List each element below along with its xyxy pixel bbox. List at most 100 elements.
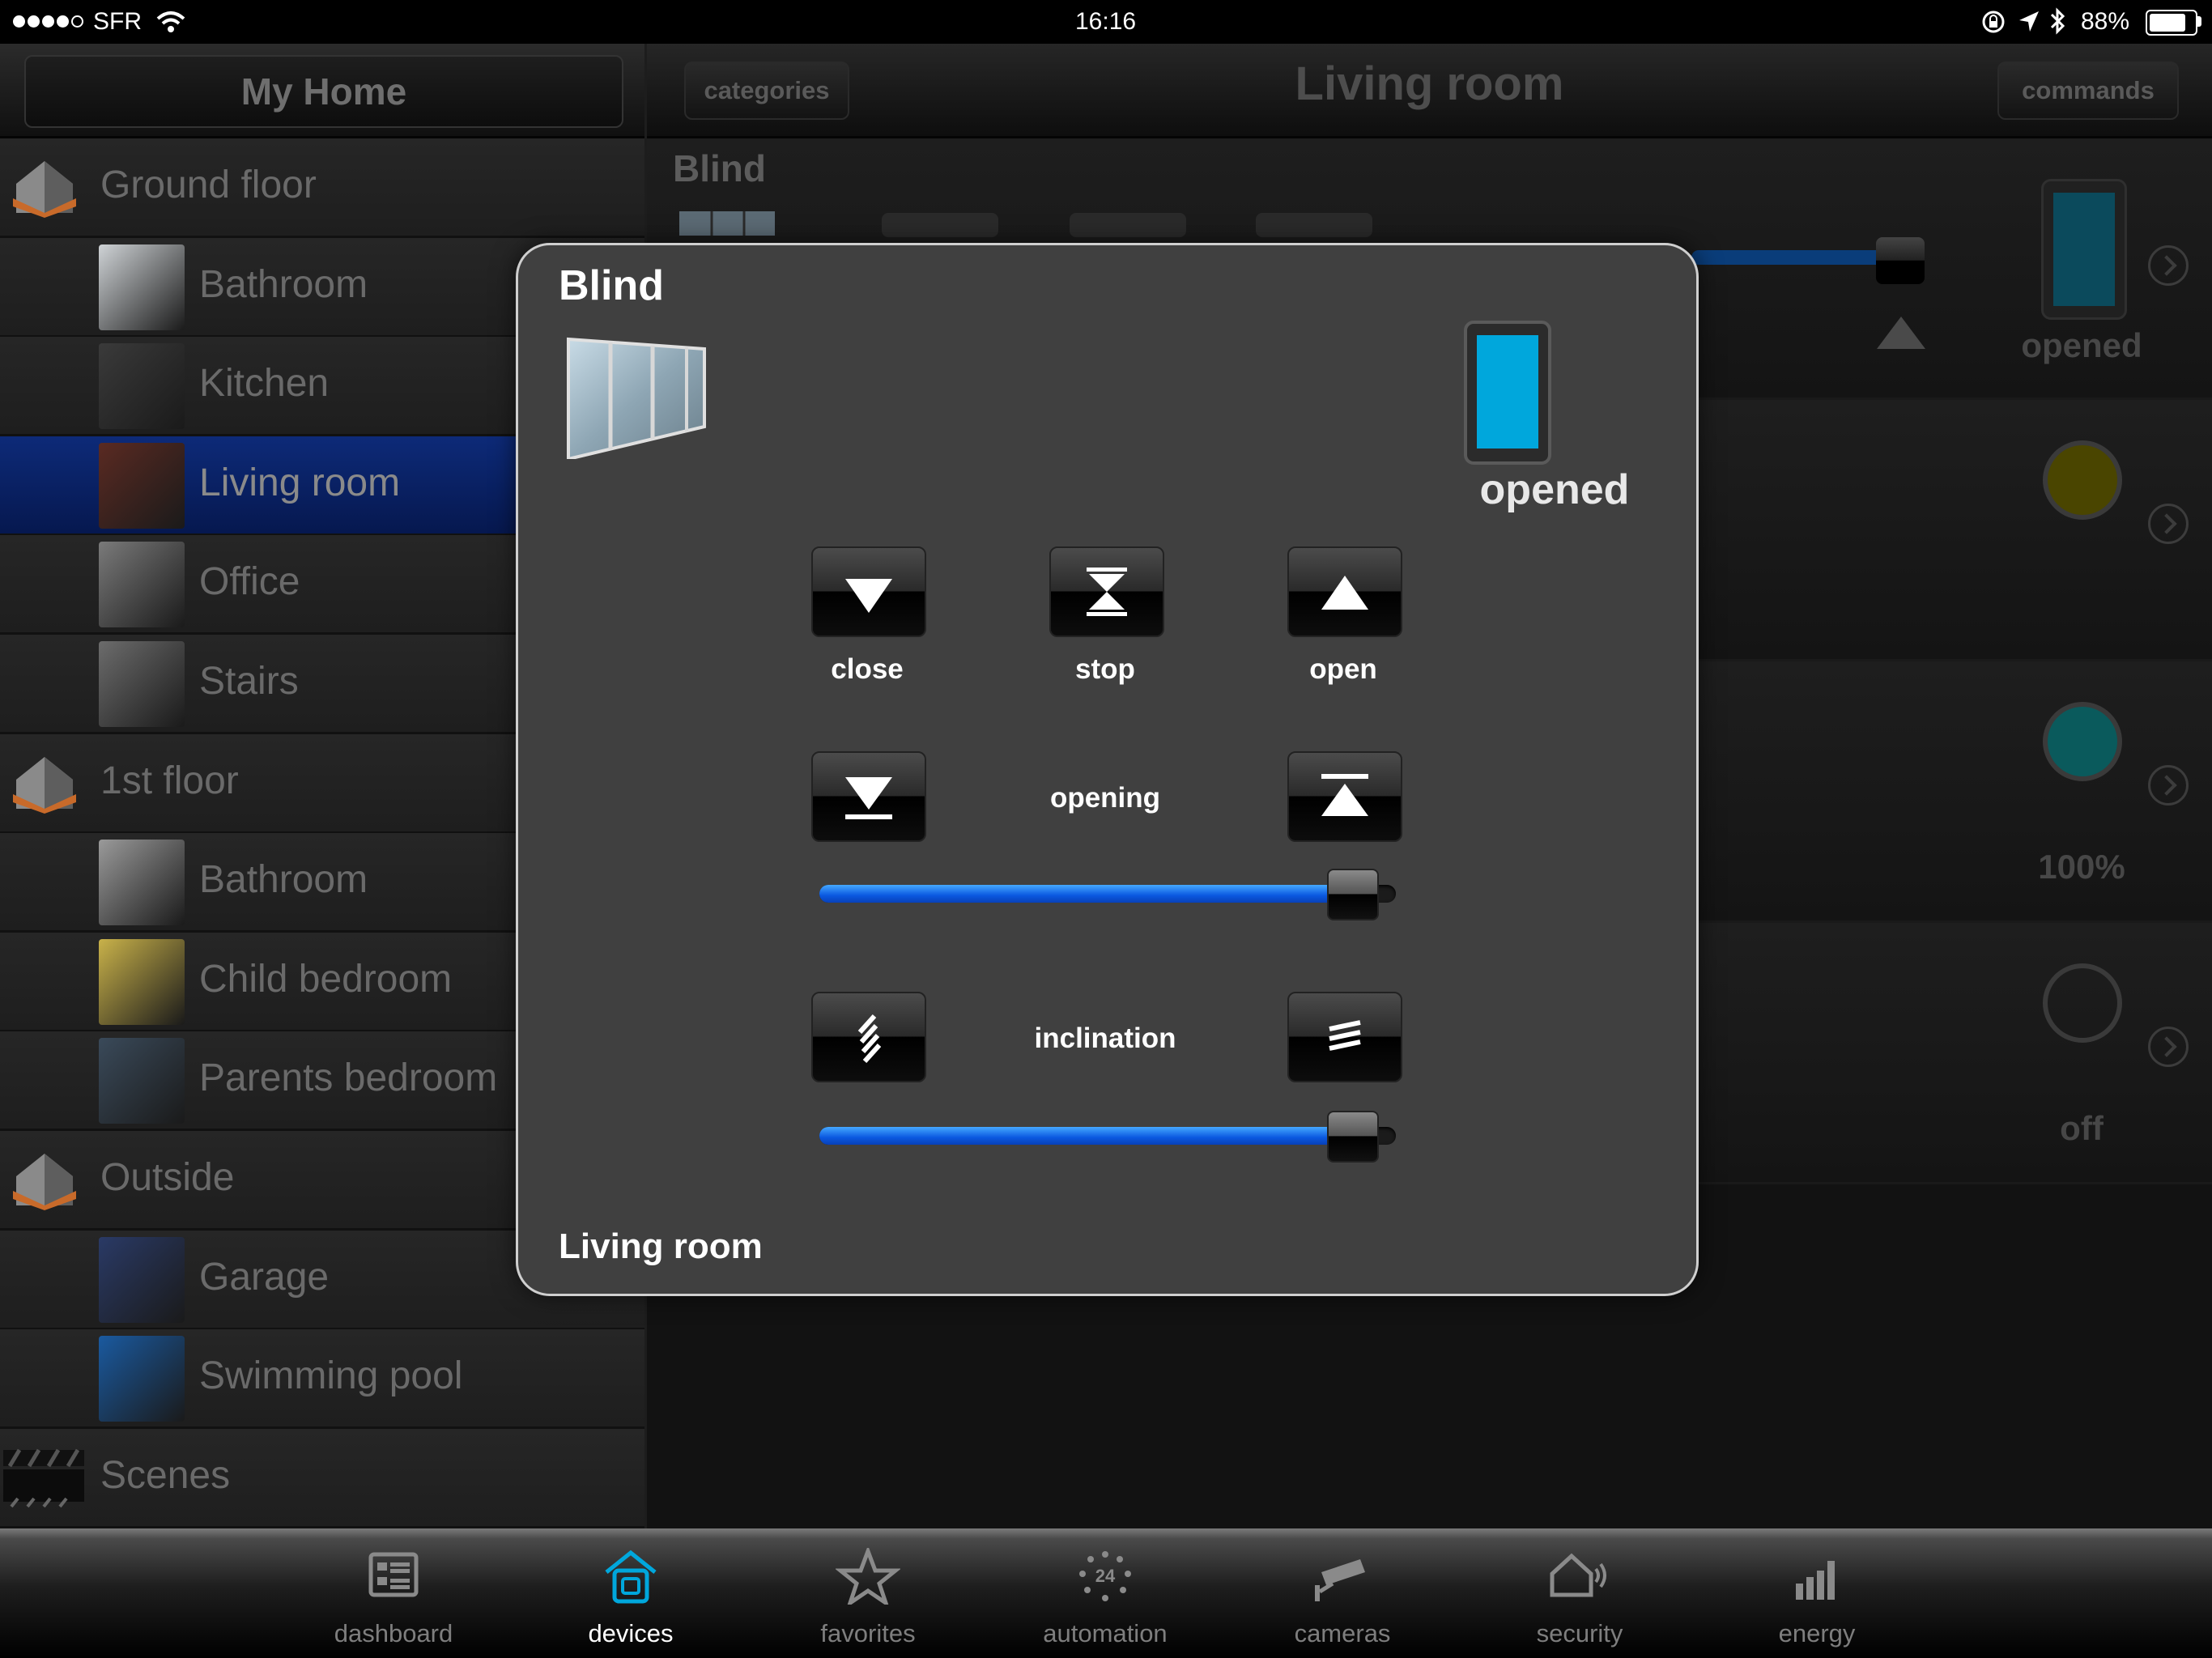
home-title-button[interactable]: My Home [24,55,623,128]
clock-24-icon: 24 [1079,1551,1131,1601]
devices-icon [605,1550,657,1604]
device-state: opened [2021,326,2142,364]
slider-thumb[interactable] [1327,869,1379,920]
wifi-icon [156,11,185,32]
blind-state-icon [1464,321,1551,465]
room-item-label: Scenes [100,1453,231,1497]
floor-item-ground-floor[interactable]: Ground floor [0,138,644,238]
inclination-slider[interactable] [819,1111,1402,1163]
slider-thumb[interactable] [1327,1111,1379,1163]
slats-vertical-icon [857,1014,882,1064]
room-item-swimming-pool[interactable]: Swimming pool [0,1329,644,1430]
tab-security[interactable]: security [1461,1528,1698,1658]
slider-fill [819,1127,1350,1145]
blind-open-button-bg[interactable] [1256,213,1372,237]
blind-close-button-bg[interactable] [882,213,998,237]
tab-label: cameras [1294,1619,1391,1647]
tab-automation[interactable]: 24 automation [987,1528,1223,1658]
arrow-down-to-line-icon [845,777,892,819]
right-navbar: categories Living room commands [647,44,2212,138]
room-item-label: Office [199,560,300,604]
tab-label: devices [588,1619,674,1647]
blind-slider-thumb-bg[interactable] [1876,237,1925,284]
device-state: off [2060,1109,2104,1147]
floor-house-icon [13,161,76,218]
device-state: 100% [2038,848,2125,886]
left-navbar: My Home [0,44,644,138]
device-status-lamp [2043,440,2122,520]
chevron-right-icon[interactable] [2148,765,2189,806]
chevron-right-icon[interactable] [2148,245,2189,286]
home-alarm-icon [1550,1553,1606,1597]
camera-icon [1315,1559,1365,1601]
device-status-lamp [2043,963,2122,1043]
location-icon [2019,11,2039,32]
blind-stop-button-bg[interactable] [1070,213,1186,237]
room-item-label: Parents bedroom [199,1056,498,1100]
clock: 16:16 [1075,8,1137,35]
room-item-label: 1st floor [100,759,239,802]
dialog-title: Blind [559,262,664,309]
stop-hourglass-icon [1087,568,1127,616]
tab-label: security [1536,1619,1623,1647]
arrow-up-to-line-icon [1321,774,1368,816]
room-item-label: Kitchen [199,362,330,406]
opening-label: opening [1049,782,1161,814]
room-thumbnail [99,641,185,727]
tab-bar: dashboard devices favorites 24 automation cam… [0,1528,2212,1658]
blind-state-icon [2041,179,2127,320]
slider-fill [819,885,1350,903]
scenes-item[interactable]: Scenes [0,1428,644,1528]
inclination-label: inclination [1034,1022,1176,1054]
room-item-label: Ground floor [100,164,317,206]
chevron-right-icon[interactable] [2148,1027,2189,1067]
floor-house-icon [13,756,76,814]
room-item-label: Garage [199,1255,330,1299]
tab-favorites[interactable]: favorites [750,1528,986,1658]
tab-cameras[interactable]: cameras [1224,1528,1461,1658]
svg-text:24: 24 [1095,1566,1116,1586]
open-button[interactable] [1287,546,1402,637]
opening-down-button[interactable] [811,751,926,842]
arrow-down-icon [845,579,892,613]
room-thumbnail [99,1038,185,1124]
triangle-up-icon [1877,317,1925,349]
room-thumbnail [99,1236,185,1323]
opening-up-button[interactable] [1287,751,1402,842]
inclination-horizontal-button[interactable] [1287,992,1402,1082]
clapperboard-icon [3,1448,84,1508]
blind-thumbnail-icon [679,211,775,236]
rotation-lock-icon [1982,11,2005,33]
bluetooth-icon [2050,7,2065,35]
commands-button[interactable]: commands [1997,62,2179,120]
tab-label: favorites [820,1619,916,1647]
tab-dashboard[interactable]: dashboard [275,1528,512,1658]
stop-button[interactable] [1049,546,1164,637]
dialog-state-label: opened [1479,466,1630,513]
close-button[interactable] [811,546,926,637]
room-thumbnail [99,938,185,1025]
tab-energy[interactable]: energy [1699,1528,1935,1658]
status-bar: SFR 16:16 88% [0,0,2212,44]
room-thumbnail [99,442,185,529]
dialog-room-label: Living room [559,1226,763,1266]
room-item-label: Bathroom [199,858,368,902]
signal-strength-icon [13,15,86,32]
slider-track [819,885,1396,903]
tab-devices[interactable]: devices [513,1528,749,1658]
blind-slider-bg[interactable] [1691,250,1902,265]
chevron-right-icon[interactable] [2148,504,2189,544]
open-label: open [1309,653,1377,685]
room-item-label: Child bedroom [199,957,453,1001]
inclination-vertical-button[interactable] [811,992,926,1082]
dashboard-icon [368,1552,419,1597]
opening-slider[interactable] [819,869,1402,920]
blind-window-icon [567,337,706,459]
room-item-label: Living room [199,461,401,504]
device-status-lamp [2043,702,2122,781]
room-thumbnail [99,542,185,628]
room-item-label: Outside [100,1156,235,1199]
carrier-name: SFR [93,8,142,35]
device-name: Blind [673,147,766,189]
room-thumbnail [99,343,185,430]
